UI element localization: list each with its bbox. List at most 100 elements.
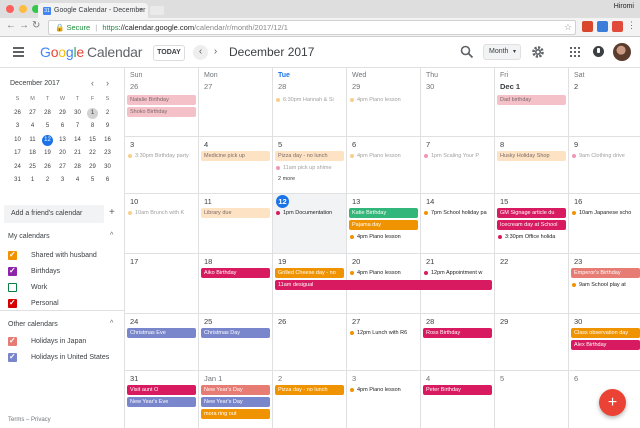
day-number[interactable]: 8	[500, 140, 504, 149]
day-number[interactable]: 24	[130, 317, 138, 326]
day-number[interactable]: 7	[426, 140, 430, 149]
mini-day[interactable]: 5	[85, 174, 100, 188]
day-number[interactable]: 28	[426, 317, 434, 326]
mini-day[interactable]: 28	[70, 161, 85, 175]
day-number[interactable]: 4	[204, 140, 208, 149]
collapse-chevron-icon[interactable]: ^	[110, 232, 113, 239]
add-friend-calendar-input[interactable]: Add a friend's calendar	[4, 205, 104, 223]
extension-3-icon[interactable]	[612, 21, 623, 32]
calendar-checkbox[interactable]	[8, 351, 17, 362]
timed-event[interactable]: 11am pick up shime	[275, 163, 344, 173]
mini-day[interactable]: 6	[100, 174, 115, 188]
day-number[interactable]: 18	[204, 257, 212, 266]
terms-privacy-links[interactable]: Terms – Privacy	[8, 417, 51, 423]
mini-day[interactable]: 11	[25, 134, 40, 148]
event-chip[interactable]: Pizza day - no lunch	[275, 385, 344, 395]
mini-day[interactable]: 25	[25, 161, 40, 175]
settings-gear-icon[interactable]	[531, 45, 545, 59]
mini-day[interactable]: 27	[55, 161, 70, 175]
timed-event[interactable]: 9am Clothing drive	[571, 151, 640, 161]
day-number[interactable]: 12	[276, 195, 289, 208]
timed-event[interactable]: 3:30pm Office holida	[497, 232, 566, 242]
event-chip[interactable]: Icecream day at School	[497, 220, 566, 230]
event-chip[interactable]: Ross Birthday	[423, 328, 492, 338]
timed-event[interactable]: 9am School play at	[571, 280, 640, 290]
day-number[interactable]: 16	[574, 197, 582, 206]
day-number[interactable]: 22	[500, 257, 508, 266]
day-number[interactable]: 6	[352, 140, 356, 149]
day-number[interactable]: 11	[204, 197, 212, 206]
day-number[interactable]: 10	[130, 197, 138, 206]
day-number[interactable]: 3	[130, 140, 134, 149]
day-number[interactable]: 23	[574, 257, 582, 266]
back-arrow-icon[interactable]: ←	[6, 20, 16, 31]
other-calendars-title[interactable]: Other calendars	[8, 321, 58, 328]
mini-day[interactable]: 28	[40, 107, 55, 121]
timed-event[interactable]: 12pm Lunch with R6	[349, 328, 418, 338]
mini-prev-month-icon[interactable]: ‹	[91, 78, 94, 88]
create-event-button[interactable]: +	[599, 389, 626, 416]
browser-profile-name[interactable]: Hiromi	[614, 3, 634, 10]
event-chip[interactable]: mora ring out	[201, 409, 270, 419]
mini-day[interactable]: 4	[70, 174, 85, 188]
mini-day[interactable]: 9	[100, 120, 115, 134]
day-number[interactable]: Dec 1	[500, 82, 520, 91]
day-number[interactable]: Jan 1	[204, 374, 222, 383]
event-chip[interactable]: Medicine pick up	[201, 151, 270, 161]
event-chip[interactable]: Katie Birthday	[349, 208, 418, 218]
day-number[interactable]: 31	[130, 374, 138, 383]
day-number[interactable]: 20	[352, 257, 360, 266]
event-chip[interactable]: GM Signage article du	[497, 208, 566, 218]
mini-day[interactable]: 30	[100, 161, 115, 175]
day-number[interactable]: 14	[426, 197, 434, 206]
day-number[interactable]: 13	[352, 197, 360, 206]
calendar-checkbox[interactable]	[8, 249, 17, 260]
calendar-checkbox[interactable]	[8, 297, 17, 308]
mini-day[interactable]: 18	[25, 147, 40, 161]
minimize-window-button[interactable]	[19, 5, 27, 13]
calendar-checkbox[interactable]	[8, 265, 17, 276]
event-chip[interactable]: New Year's Day	[201, 385, 270, 395]
mini-next-month-icon[interactable]: ›	[106, 78, 109, 88]
mini-day[interactable]: 22	[85, 147, 100, 161]
mini-day[interactable]: 14	[70, 134, 85, 148]
day-number[interactable]: 25	[204, 317, 212, 326]
mini-day[interactable]: 21	[70, 147, 85, 161]
day-number[interactable]: 15	[500, 197, 508, 206]
day-number[interactable]: 30	[574, 317, 582, 326]
calendar-checkbox[interactable]	[8, 335, 17, 346]
mini-day[interactable]: 3	[55, 174, 70, 188]
browser-tab[interactable]: 31 Google Calendar - December ×	[38, 3, 148, 18]
event-chip[interactable]: Emperor's Birthday	[571, 268, 640, 278]
my-calendars-title[interactable]: My calendars	[8, 233, 50, 240]
event-chip[interactable]: New Year's Eve	[127, 397, 196, 407]
day-number[interactable]: 26	[278, 317, 286, 326]
day-number[interactable]: 2	[278, 374, 282, 383]
mini-day[interactable]: 30	[70, 107, 85, 121]
google-calendar-logo[interactable]: Google Calendar	[40, 44, 142, 60]
day-number[interactable]: 28	[278, 82, 286, 91]
mini-day[interactable]: 27	[25, 107, 40, 121]
event-chip[interactable]: Christmas Day	[201, 328, 270, 338]
extension-2-icon[interactable]	[597, 21, 608, 32]
event-chip[interactable]: Alex Birthday	[571, 340, 640, 350]
day-number[interactable]: 9	[574, 140, 578, 149]
next-month-button[interactable]: ›	[208, 45, 223, 60]
day-number[interactable]: 21	[426, 257, 434, 266]
day-number[interactable]: 2	[574, 82, 578, 91]
view-switcher-dropdown[interactable]: Month ▾	[483, 44, 521, 60]
more-events-link[interactable]: 2 more	[278, 176, 295, 182]
day-number[interactable]: 29	[500, 317, 508, 326]
timed-event[interactable]: 4pm Piano lesson	[349, 268, 418, 278]
event-chip[interactable]: Christmas Eve	[127, 328, 196, 338]
event-chip[interactable]: Grilled Cheese day - no	[275, 268, 344, 278]
mini-day[interactable]: 20	[55, 147, 70, 161]
mini-day[interactable]: 16	[100, 134, 115, 148]
day-number[interactable]: 27	[204, 82, 212, 91]
timed-event[interactable]: 12pm Appointment w	[423, 268, 492, 278]
mini-day[interactable]: 13	[55, 134, 70, 148]
mini-day[interactable]: 15	[85, 134, 100, 148]
day-number[interactable]: 5	[500, 374, 504, 383]
event-chip[interactable]: Pizza day - no lunch	[275, 151, 344, 161]
event-chip[interactable]: New Year's Day	[201, 397, 270, 407]
